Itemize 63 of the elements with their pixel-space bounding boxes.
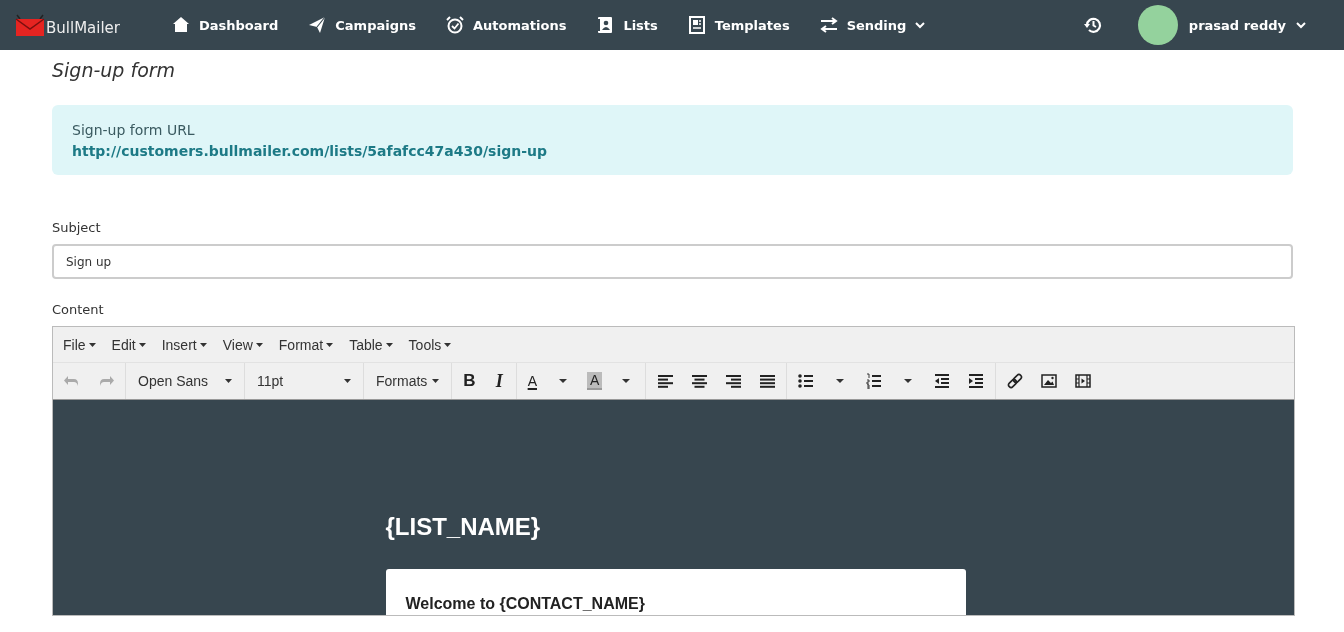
caret-icon bbox=[138, 342, 146, 347]
align-center-icon bbox=[691, 373, 708, 389]
menu-item[interactable]: View bbox=[216, 332, 269, 357]
highlight-color-button[interactable]: A bbox=[587, 372, 603, 390]
bold-button[interactable]: B bbox=[454, 373, 485, 389]
caret-icon bbox=[385, 342, 393, 347]
history-button[interactable] bbox=[1082, 15, 1103, 35]
numbered-list-icon bbox=[866, 373, 883, 389]
arrows-icon bbox=[819, 16, 838, 34]
newspaper-icon bbox=[687, 16, 706, 34]
alarm-clock-icon bbox=[446, 16, 464, 34]
house-icon bbox=[172, 16, 190, 34]
image-icon bbox=[1041, 373, 1058, 389]
font-family-dropdown[interactable]: Open Sans bbox=[128, 373, 242, 389]
caret-icon bbox=[444, 342, 452, 347]
menu-item[interactable]: Table bbox=[343, 332, 399, 357]
chevron-down-icon bbox=[1296, 21, 1306, 29]
paper-plane-icon bbox=[308, 16, 327, 34]
outdent-icon bbox=[934, 373, 951, 389]
subject-field[interactable]: Sign up bbox=[52, 244, 1293, 279]
link-icon bbox=[1007, 373, 1024, 389]
menu-item[interactable]: Format bbox=[272, 332, 340, 357]
nav-link[interactable]: Lists bbox=[596, 16, 658, 34]
caret-icon bbox=[255, 342, 263, 347]
welcome-heading: Welcome to {CONTACT_NAME} bbox=[405, 595, 646, 613]
align-left-icon bbox=[657, 373, 674, 389]
text-color-button[interactable]: A bbox=[518, 373, 546, 389]
list-name-heading: {LIST_NAME} bbox=[385, 513, 542, 541]
url-label: Sign-up form URL bbox=[72, 122, 196, 138]
caret-icon bbox=[88, 342, 96, 347]
italic-button[interactable]: I bbox=[484, 373, 514, 389]
align-justify-icon bbox=[759, 373, 776, 389]
menu-item[interactable]: File bbox=[57, 332, 102, 357]
subject-label: Subject bbox=[52, 220, 102, 235]
menu-item[interactable]: Insert bbox=[155, 332, 213, 357]
nav-link[interactable]: Templates bbox=[687, 16, 790, 34]
film-icon bbox=[1075, 373, 1092, 389]
formats-dropdown[interactable]: Formats bbox=[366, 373, 450, 389]
brand-name[interactable]: BullMailer bbox=[46, 19, 120, 37]
nav-link[interactable]: Campaigns bbox=[308, 16, 416, 34]
caret-icon bbox=[199, 342, 207, 347]
avatar bbox=[1137, 5, 1178, 45]
caret-icon bbox=[326, 342, 334, 347]
caret-icon bbox=[225, 379, 232, 383]
font-size-dropdown[interactable]: 11pt bbox=[247, 373, 361, 389]
bullet-list-icon bbox=[798, 373, 815, 389]
chevron-down-icon bbox=[915, 21, 926, 29]
menu-item[interactable]: Edit bbox=[105, 332, 152, 357]
history-icon bbox=[1082, 15, 1103, 35]
nav-link[interactable]: Dashboard bbox=[172, 16, 279, 34]
user-menu[interactable]: prasad reddy bbox=[1137, 5, 1306, 45]
content-label: Content bbox=[52, 302, 105, 317]
page-title: Sign-up form bbox=[52, 59, 177, 83]
nav-link[interactable]: Sending bbox=[819, 16, 926, 34]
signup-url-link[interactable]: http://customers.bullmailer.com/lists/5afafcc47a430/sign-up bbox=[72, 143, 1273, 159]
caret-icon bbox=[344, 379, 351, 383]
align-right-icon bbox=[725, 373, 742, 389]
menu-item[interactable]: Tools bbox=[402, 332, 458, 357]
caret-icon bbox=[432, 379, 440, 383]
nav-link[interactable]: Automations bbox=[446, 16, 567, 34]
contact-book-icon bbox=[596, 16, 615, 34]
indent-icon bbox=[968, 373, 985, 389]
envelope-logo-icon bbox=[15, 13, 45, 37]
